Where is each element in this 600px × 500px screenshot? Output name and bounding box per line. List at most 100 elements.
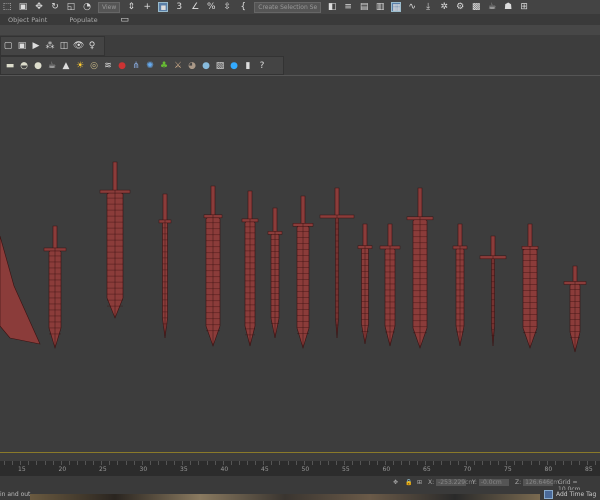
window-crossing-icon[interactable]: ▣ [18, 2, 28, 12]
sword-mesh[interactable] [241, 190, 259, 347]
sword-mesh[interactable] [292, 195, 314, 350]
place-icon[interactable]: ◔ [82, 2, 92, 12]
spinner-snap-icon[interactable]: ⇳ [222, 2, 232, 12]
sword-mesh[interactable] [452, 223, 468, 347]
sword-mesh[interactable] [521, 223, 539, 349]
more-icon[interactable]: ⊞ [519, 2, 529, 12]
move-icon[interactable]: ✥ [34, 2, 44, 12]
sword-mesh[interactable] [479, 235, 507, 347]
time-tag-icon[interactable] [544, 490, 553, 499]
sphere-icon[interactable]: ● [33, 61, 43, 71]
sword-mesh[interactable] [99, 161, 131, 319]
sword-mesh[interactable] [379, 223, 401, 347]
molecule-icon[interactable]: ● [117, 61, 127, 71]
timeline-tick [230, 461, 232, 465]
isolate-icon[interactable]: ✥ [393, 479, 398, 486]
help-icon[interactable]: ? [257, 61, 267, 71]
timeline-tick [311, 461, 313, 465]
sword-mesh[interactable] [357, 223, 373, 345]
rotate-icon[interactable]: ↻ [50, 2, 60, 12]
align-icon[interactable]: ≡ [343, 2, 353, 12]
x-field[interactable]: -253.229cm [436, 479, 474, 486]
render-setup-icon[interactable]: ⚙ [455, 2, 465, 12]
timeline-tick [12, 461, 14, 465]
timeline-tick [360, 461, 362, 465]
cone-icon[interactable]: ▲ [61, 61, 71, 71]
timeline-tick [490, 461, 491, 465]
manipulate-icon[interactable]: + [142, 2, 152, 12]
sword-mesh[interactable] [406, 187, 434, 349]
scale-icon[interactable]: ◱ [66, 2, 76, 12]
schematic-view-icon[interactable]: ▦ [391, 2, 402, 13]
geosphere-icon[interactable]: ✺ [145, 61, 155, 71]
timeline-divider [0, 452, 600, 453]
reference-coordinate-dropdown[interactable]: View [98, 1, 121, 13]
ribbon-panel [0, 25, 600, 35]
eye-icon[interactable]: 👁 [73, 41, 84, 51]
timeline-tick [546, 461, 548, 465]
script-icon[interactable]: ▮ [243, 61, 253, 71]
material-editor-icon[interactable]: ✲ [439, 2, 449, 12]
timeline-tick [449, 461, 451, 465]
sword-mesh[interactable] [267, 207, 283, 339]
material-sphere-icon[interactable]: ● [201, 61, 211, 71]
skylight-icon[interactable]: ◎ [89, 61, 99, 71]
frame-icon[interactable]: ▢ [3, 41, 13, 51]
edit-named-selection-icon[interactable]: { [238, 2, 248, 12]
lock-icon[interactable]: 🔒 [405, 479, 412, 486]
sword-mesh[interactable] [158, 193, 172, 339]
y-field[interactable]: -0.0cm [478, 479, 509, 486]
render-dots-icon[interactable]: ● [229, 61, 239, 71]
timeline-tick [481, 461, 483, 465]
dome-icon[interactable]: ◓ [19, 61, 29, 71]
dope-sheet-icon[interactable]: ⤓ [423, 2, 433, 12]
sword-mesh[interactable] [319, 187, 355, 339]
hair-icon[interactable]: ≋ [103, 61, 113, 71]
safe-frame-icon[interactable]: ◫ [59, 41, 69, 51]
ribbon-icon[interactable]: ▥ [375, 2, 385, 12]
render-map-icon[interactable]: ▧ [215, 61, 225, 71]
sword-mesh[interactable] [203, 185, 223, 347]
biped-icon[interactable]: ⚔ [173, 61, 183, 71]
foliage-icon[interactable]: ♣ [159, 61, 169, 71]
absolute-mode-icon[interactable]: ⊞ [417, 479, 422, 486]
render-frame-icon[interactable]: ▩ [471, 2, 481, 12]
ribbon-toggle-icon[interactable]: ▭ [120, 15, 130, 25]
render-icon[interactable]: ☕ [487, 2, 497, 12]
snap-3d-icon[interactable]: 3 [174, 2, 184, 12]
plane-icon[interactable]: ▬ [5, 61, 15, 71]
sword-mesh-partial[interactable] [0, 235, 41, 345]
timeline-tick [287, 461, 289, 465]
teapot-icon[interactable]: ☕ [47, 61, 57, 71]
mirror-icon[interactable]: ◧ [327, 2, 337, 12]
select-region-icon[interactable]: ⬚ [2, 2, 12, 12]
tab-populate[interactable]: Populate [69, 16, 97, 24]
timeline-tick [214, 461, 216, 465]
timeline-label: 60 [382, 466, 391, 473]
add-time-tag-button[interactable]: Add Time Tag [556, 491, 596, 498]
frame-play-icon[interactable]: ▶ [31, 41, 41, 51]
timeline-label: 85 [585, 466, 593, 473]
layer-explorer-icon[interactable]: ▤ [359, 2, 369, 12]
shell-icon[interactable]: ◕ [187, 61, 197, 71]
z-field[interactable]: 126.646cm [523, 479, 559, 486]
light-bulb-icon[interactable]: ♀ [87, 41, 97, 51]
timeline-tick [295, 461, 297, 465]
tab-object-paint[interactable]: Object Paint [8, 16, 47, 24]
particles-icon[interactable]: ⁂ [45, 41, 55, 51]
timeline-ruler[interactable]: 15 20 25 30 35 40 45 50 55 60 65 70 75 80 85 [0, 461, 600, 476]
pivot-icon[interactable]: ⇕ [126, 2, 136, 12]
angle-snap-icon[interactable]: ∠ [190, 2, 200, 12]
bones-icon[interactable]: ⋔ [131, 61, 141, 71]
timeline-tick [125, 461, 127, 465]
sword-mesh[interactable] [43, 225, 67, 350]
percent-snap-icon[interactable]: % [206, 2, 216, 12]
curve-editor-icon[interactable]: ∿ [407, 2, 417, 12]
viewport[interactable] [0, 75, 600, 453]
sword-mesh[interactable] [563, 265, 587, 353]
render-production-icon[interactable]: ☗ [503, 2, 513, 12]
sun-icon[interactable]: ☀ [75, 61, 85, 71]
selection-set-dropdown[interactable]: Create Selection Se [254, 1, 322, 13]
keyboard-shortcut-icon[interactable]: ▪ [158, 2, 169, 13]
frame-select-icon[interactable]: ▣ [17, 41, 27, 51]
